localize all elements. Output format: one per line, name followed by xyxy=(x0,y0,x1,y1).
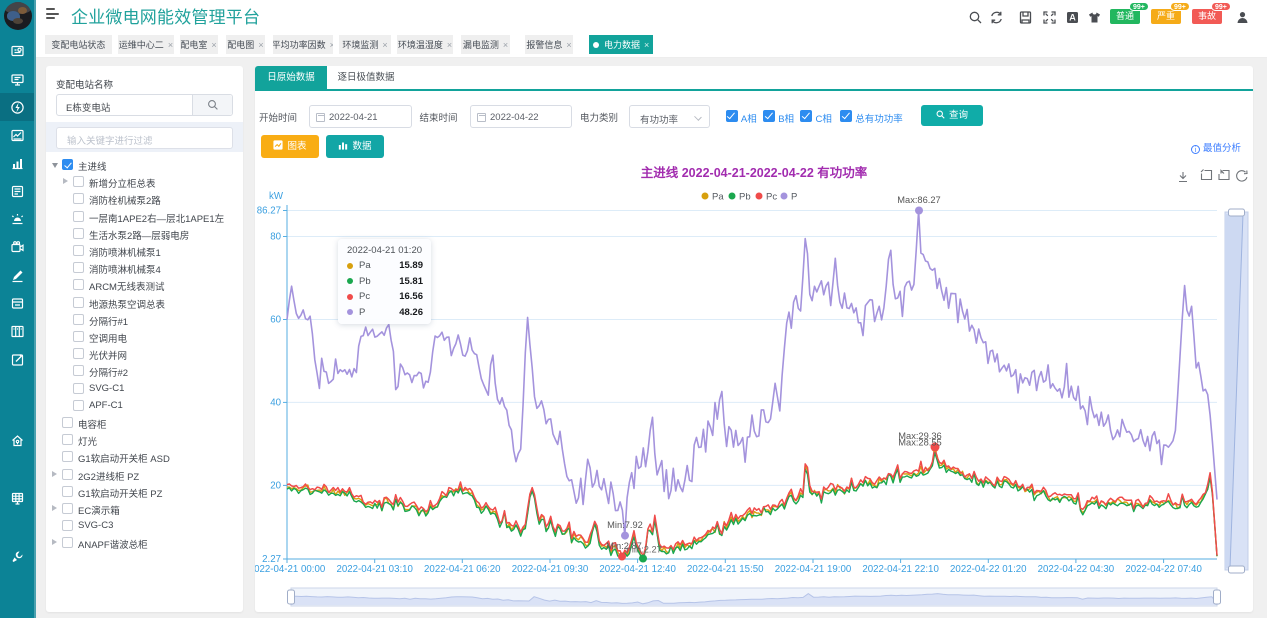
svg-text:2022-04-21 09:30: 2022-04-21 09:30 xyxy=(512,564,589,575)
svg-text:2022-04-21 19:00: 2022-04-21 19:00 xyxy=(775,564,852,575)
svg-text:Pa: Pa xyxy=(712,192,724,203)
svg-text:40: 40 xyxy=(270,397,281,408)
svg-text:2022-04-21 00:00: 2022-04-21 00:00 xyxy=(255,564,326,575)
svg-text:2022-04-21 03:10: 2022-04-21 03:10 xyxy=(336,564,413,575)
svg-text:Max:28.55: Max:28.55 xyxy=(898,438,941,448)
svg-text:主进线 2022-04-21-2022-04-22 有功: 主进线 2022-04-21-2022-04-22 有功功率 xyxy=(641,165,868,180)
svg-text:P: P xyxy=(791,192,797,203)
svg-text:2022-04-22 04:30: 2022-04-22 04:30 xyxy=(1038,564,1115,575)
svg-text:2022-04-21 12:40: 2022-04-21 12:40 xyxy=(599,564,676,575)
svg-text:2022-04-22 07:40: 2022-04-22 07:40 xyxy=(1125,564,1202,575)
svg-text:Pc: Pc xyxy=(766,192,777,203)
svg-text:min:2.27: min:2.27 xyxy=(626,545,662,555)
svg-text:2022-04-21 15:50: 2022-04-21 15:50 xyxy=(687,564,764,575)
svg-text:2022-04-21 22:10: 2022-04-21 22:10 xyxy=(862,564,939,575)
svg-text:80: 80 xyxy=(270,232,281,243)
svg-text:Min:7.92: Min:7.92 xyxy=(607,520,643,530)
svg-text:86.27: 86.27 xyxy=(257,206,281,217)
svg-text:2022-04-21 06:20: 2022-04-21 06:20 xyxy=(424,564,501,575)
svg-text:20: 20 xyxy=(270,480,281,491)
svg-text:2022-04-22 01:20: 2022-04-22 01:20 xyxy=(950,564,1027,575)
svg-text:kW: kW xyxy=(269,191,284,202)
svg-text:Pb: Pb xyxy=(739,192,751,203)
svg-text:60: 60 xyxy=(270,315,281,326)
svg-text:Max:86.27: Max:86.27 xyxy=(897,195,940,205)
